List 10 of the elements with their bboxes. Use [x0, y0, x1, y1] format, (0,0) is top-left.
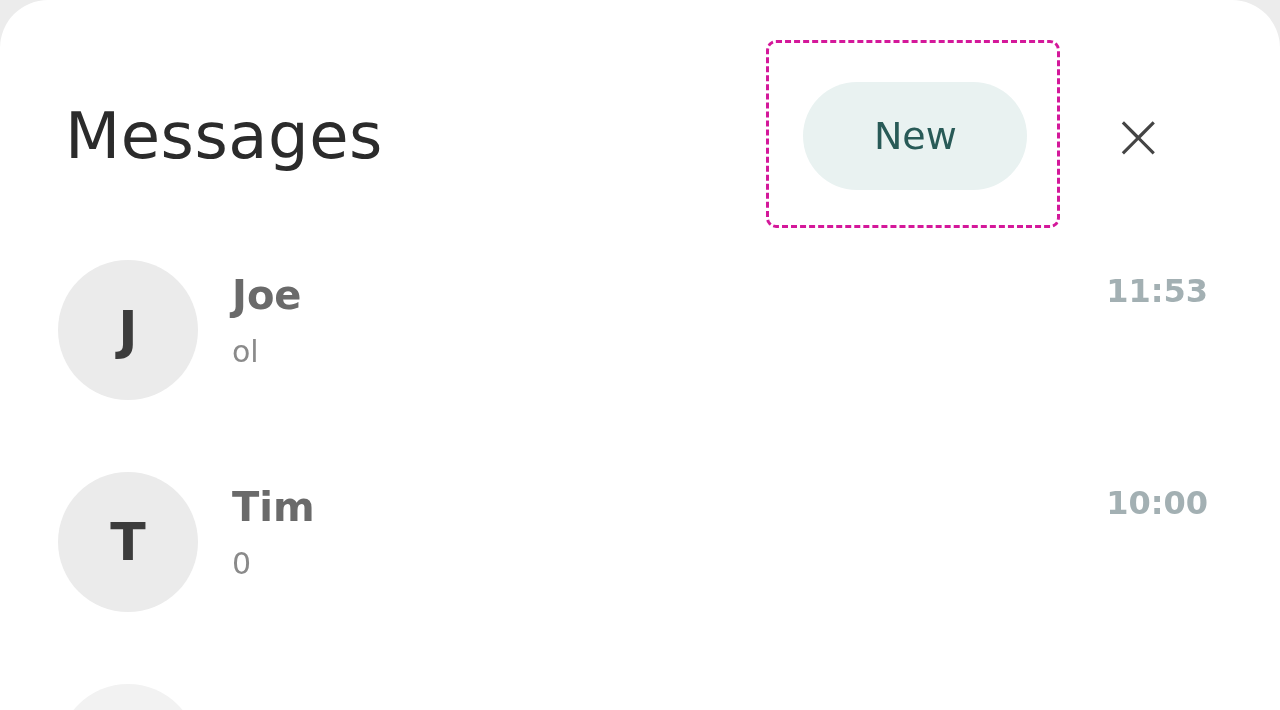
message-preview: ol: [232, 334, 260, 369]
avatar: T: [58, 472, 198, 612]
close-button[interactable]: ×: [1111, 104, 1165, 168]
avatar: J: [58, 260, 198, 400]
contact-name: Tim: [232, 484, 316, 530]
message-time: 10:00: [1106, 483, 1208, 522]
message-time: 11:53: [1106, 271, 1208, 310]
panel-title: Messages: [65, 99, 383, 173]
message-preview: 0: [232, 546, 253, 581]
new-button[interactable]: New: [803, 82, 1028, 190]
